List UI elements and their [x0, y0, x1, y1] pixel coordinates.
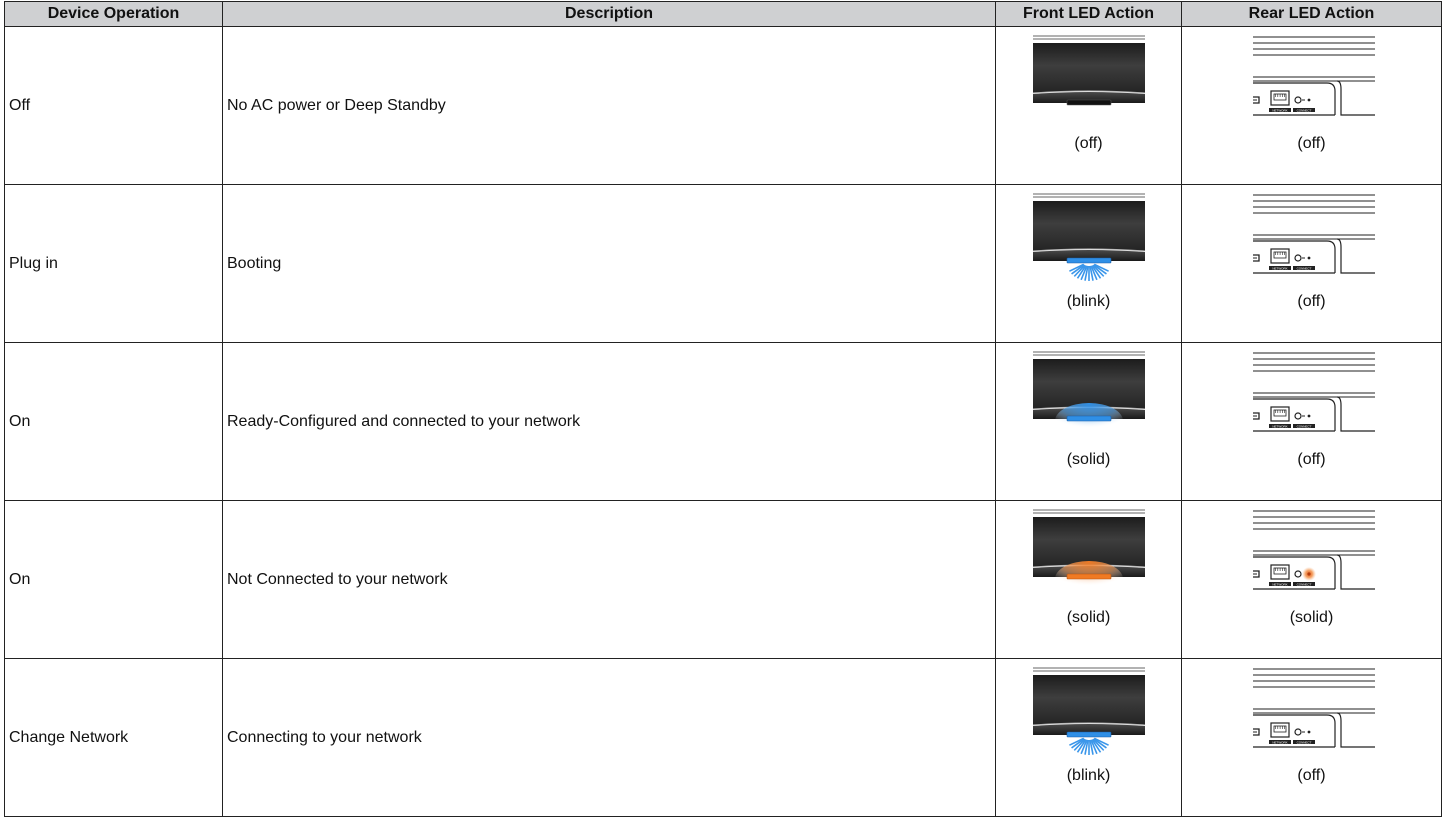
rear-led-caption: (off) — [1297, 134, 1326, 152]
description-cell: Connecting to your network — [222, 658, 996, 817]
network-port-label: NETWORK — [1272, 108, 1287, 112]
network-port-label: NETWORK — [1272, 424, 1287, 428]
header-device-operation: Device Operation — [4, 1, 223, 27]
rear-led-cell: NETWORK CONNECT (off) — [1181, 658, 1442, 817]
device-body — [1032, 516, 1145, 567]
network-port-label: NETWORK — [1272, 266, 1287, 270]
rear-led-caption: (solid) — [1289, 608, 1334, 626]
connect-button-icon — [1293, 95, 1302, 104]
header-description: Description — [222, 1, 996, 27]
rear-led-cell: NETWORK CONNECT (off) — [1181, 342, 1442, 501]
description-cell: No AC power or Deep Standby — [222, 26, 996, 185]
front-device-illustration — [1032, 667, 1145, 755]
description-cell: Not Connected to your network — [222, 500, 996, 659]
device-body — [1032, 200, 1145, 251]
header-row: Device Operation Description Front LED A… — [4, 1, 1442, 27]
device-body — [1032, 674, 1145, 725]
rear-device-illustration: NETWORK CONNECT — [1252, 194, 1375, 274]
front-led-caption: (blink) — [1066, 292, 1111, 310]
device-operation-cell: Change Network — [4, 658, 223, 817]
rear-device-illustration: NETWORK CONNECT — [1252, 668, 1375, 748]
device-body — [1032, 358, 1145, 409]
front-led-indicator — [1066, 731, 1111, 737]
rear-led-indicator — [1307, 256, 1310, 259]
front-device-illustration — [1032, 351, 1145, 439]
rear-led-caption: (off) — [1297, 766, 1326, 784]
connect-button-icon — [1293, 727, 1302, 736]
device-operation-cell: On — [4, 342, 223, 501]
network-port-label: NETWORK — [1272, 582, 1287, 586]
front-led-indicator — [1066, 415, 1111, 421]
network-port-label: NETWORK — [1272, 740, 1287, 744]
rear-led-cell: NETWORK CONNECT (off) — [1181, 26, 1442, 185]
device-operation-cell: Plug in — [4, 184, 223, 343]
connect-button-icon — [1293, 569, 1302, 578]
connect-button-icon — [1293, 253, 1302, 262]
rear-led-cell: NETWORK CONNECT (off) — [1181, 184, 1442, 343]
connect-button-label: CONNECT — [1296, 108, 1311, 112]
rear-led-caption: (off) — [1297, 292, 1326, 310]
rear-led-indicator — [1307, 98, 1310, 101]
front-led-cell: (blink) — [995, 658, 1182, 817]
front-device-illustration — [1032, 193, 1145, 281]
front-led-caption: (solid) — [1066, 608, 1111, 626]
front-led-indicator — [1066, 99, 1111, 105]
connect-button-icon — [1293, 411, 1302, 420]
table-row: On Not Connected to your network (solid) NE… — [4, 500, 1442, 659]
table-row: Change Network Connecting to your network… — [4, 658, 1442, 817]
table-row: Plug in Booting (blink) NETWORK CONNECT (off) — [4, 184, 1442, 343]
device-body — [1032, 42, 1145, 93]
front-led-caption: (blink) — [1066, 766, 1111, 784]
rear-led-indicator — [1306, 571, 1311, 576]
rear-device-illustration: NETWORK CONNECT — [1252, 352, 1375, 432]
table-row: Off No AC power or Deep Standby (off) NETWO… — [4, 26, 1442, 185]
table-row: On Ready-Configured and connected to your… — [4, 342, 1442, 501]
rear-device-illustration: NETWORK CONNECT — [1252, 510, 1375, 590]
front-led-cell: (blink) — [995, 184, 1182, 343]
device-operation-cell: Off — [4, 26, 223, 185]
front-led-indicator — [1066, 257, 1111, 263]
led-status-table: Device Operation Description Front LED A… — [4, 1, 1442, 817]
rear-device-illustration: NETWORK CONNECT — [1252, 36, 1375, 116]
front-led-cell: (solid) — [995, 500, 1182, 659]
connect-button-label: CONNECT — [1296, 740, 1311, 744]
front-led-caption: (solid) — [1066, 450, 1111, 468]
rear-led-caption: (off) — [1297, 450, 1326, 468]
header-front-led: Front LED Action — [995, 1, 1182, 27]
front-led-caption: (off) — [1074, 134, 1103, 152]
rear-led-indicator — [1307, 414, 1310, 417]
connect-button-label: CONNECT — [1296, 424, 1311, 428]
connect-button-label: CONNECT — [1296, 266, 1311, 270]
header-rear-led: Rear LED Action — [1181, 1, 1442, 27]
rear-led-cell: NETWORK CONNECT (solid) — [1181, 500, 1442, 659]
rear-led-indicator — [1307, 730, 1310, 733]
device-operation-cell: On — [4, 500, 223, 659]
front-led-cell: (solid) — [995, 342, 1182, 501]
description-cell: Ready-Configured and connected to your n… — [222, 342, 996, 501]
front-led-cell: (off) — [995, 26, 1182, 185]
front-device-illustration — [1032, 509, 1145, 597]
description-cell: Booting — [222, 184, 996, 343]
connect-button-label: CONNECT — [1296, 582, 1311, 586]
front-led-indicator — [1066, 573, 1111, 579]
front-device-illustration — [1032, 35, 1145, 105]
